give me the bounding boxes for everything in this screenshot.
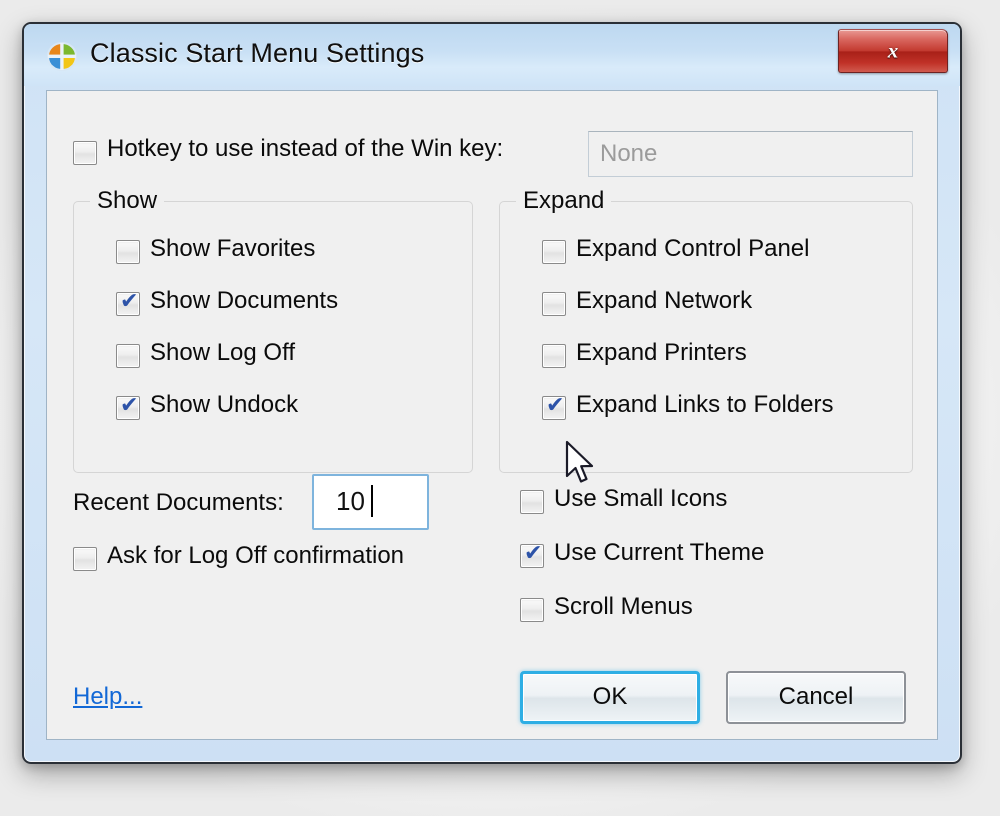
recent-documents-value: 10 bbox=[336, 486, 365, 516]
check-icon: ✔ bbox=[120, 289, 139, 314]
text-caret bbox=[371, 485, 373, 517]
checkbox-label: Use Small Icons bbox=[554, 485, 728, 512]
checkbox-label: Use Current Theme bbox=[554, 539, 765, 566]
check-icon: ✔ bbox=[524, 541, 543, 566]
checkbox-box bbox=[116, 240, 140, 264]
cancel-button[interactable]: Cancel bbox=[726, 671, 906, 724]
checkbox-box: ✔ bbox=[116, 289, 140, 316]
checkbox-label: Expand Links to Folders bbox=[576, 391, 834, 418]
window-title: Classic Start Menu Settings bbox=[90, 38, 425, 68]
hotkey-label: Hotkey to use instead of the Win key: bbox=[107, 135, 504, 162]
recent-documents-input[interactable]: 10 bbox=[312, 474, 429, 530]
checkbox-box bbox=[116, 344, 140, 368]
checkbox-box bbox=[520, 598, 544, 622]
dialog-window: Classic Start Menu Settings x Hotkey to … bbox=[22, 22, 962, 764]
checkbox-label: Show Undock bbox=[150, 391, 299, 418]
checkbox-label: Show Documents bbox=[150, 287, 339, 314]
check-icon: ✔ bbox=[120, 393, 139, 418]
close-icon: x bbox=[887, 38, 899, 63]
checkbox-label: Scroll Menus bbox=[554, 593, 693, 620]
hotkey-row: Hotkey to use instead of the Win key: No… bbox=[73, 131, 913, 177]
checkbox-label: Expand Control Panel bbox=[576, 235, 810, 262]
title-bar: Classic Start Menu Settings x bbox=[24, 24, 960, 86]
hotkey-input-value: None bbox=[600, 140, 658, 167]
help-link[interactable]: Help... bbox=[73, 683, 142, 711]
dialog-client-area: Hotkey to use instead of the Win key: No… bbox=[46, 90, 938, 740]
windows-orb-icon bbox=[47, 42, 77, 72]
checkbox-box: ✔ bbox=[542, 393, 566, 420]
checkbox-box bbox=[542, 292, 566, 316]
checkbox-box bbox=[542, 240, 566, 264]
close-button[interactable]: x bbox=[838, 29, 948, 73]
checkbox-label: Show Log Off bbox=[150, 339, 295, 366]
check-icon: ✔ bbox=[546, 393, 565, 418]
ok-button[interactable]: OK bbox=[520, 671, 700, 724]
checkbox-label: Expand Network bbox=[576, 287, 753, 314]
checkbox-label: Show Favorites bbox=[150, 235, 316, 262]
checkbox-box: ✔ bbox=[116, 393, 140, 420]
checkbox-box bbox=[520, 490, 544, 514]
show-group-legend: Show bbox=[90, 187, 165, 215]
show-groupbox: Show Show Favorites ✔ Show Documents Sho… bbox=[73, 187, 473, 473]
checkbox-box bbox=[542, 344, 566, 368]
checkbox-box: ✔ bbox=[520, 541, 544, 568]
expand-group-legend: Expand bbox=[516, 187, 612, 215]
hotkey-input[interactable]: None bbox=[588, 131, 913, 177]
checkbox-label: Expand Printers bbox=[576, 339, 747, 366]
checkbox-box bbox=[73, 547, 97, 571]
checkbox-label: Ask for Log Off confirmation bbox=[107, 542, 405, 569]
recent-documents-label: Recent Documents: bbox=[73, 489, 284, 516]
hotkey-checkbox[interactable] bbox=[73, 141, 97, 165]
expand-groupbox: Expand Expand Control Panel Expand Netwo… bbox=[499, 187, 913, 473]
